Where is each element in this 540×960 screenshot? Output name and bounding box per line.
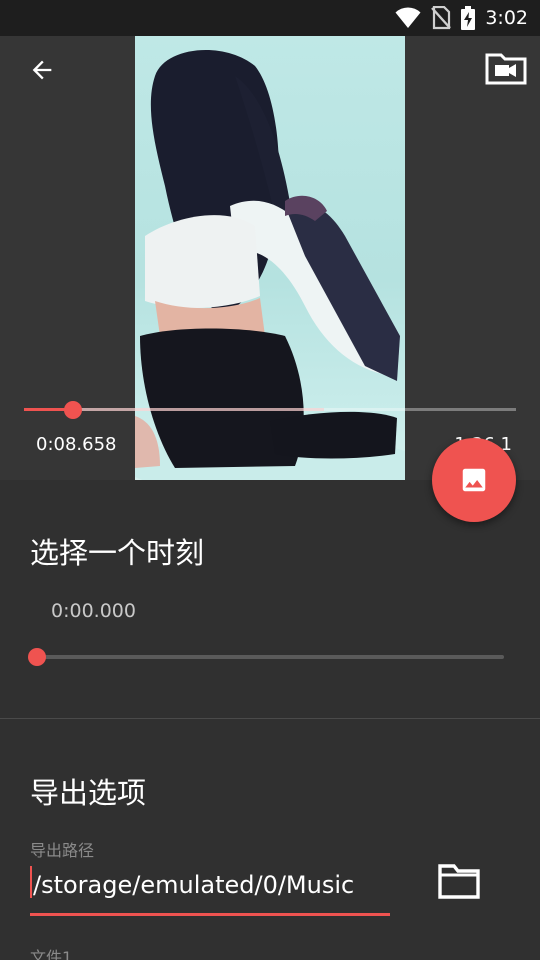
wifi-icon bbox=[395, 7, 421, 29]
arrow-back-icon bbox=[32, 60, 52, 80]
export-path-label: 导出路径 bbox=[30, 841, 95, 860]
video-still-image bbox=[135, 49, 405, 480]
text-cursor bbox=[30, 866, 32, 898]
export-section-title: 导出选项 bbox=[30, 776, 147, 810]
folder-icon bbox=[438, 864, 480, 899]
capture-image-button[interactable] bbox=[432, 438, 516, 522]
file-label: 文件1 bbox=[30, 948, 73, 960]
export-path-field[interactable] bbox=[30, 862, 390, 916]
moment-section-title: 选择一个时刻 bbox=[30, 536, 205, 570]
export-path-input[interactable] bbox=[33, 862, 390, 908]
back-button[interactable] bbox=[22, 50, 62, 90]
divider bbox=[0, 718, 540, 719]
video-folder-icon bbox=[485, 53, 527, 85]
export-path-underline bbox=[30, 913, 390, 916]
video-frame[interactable] bbox=[135, 36, 405, 480]
moment-value: 0:00.000 bbox=[51, 600, 136, 622]
status-bar: 3:02 bbox=[0, 0, 540, 36]
moment-slider-track[interactable] bbox=[36, 655, 504, 659]
image-icon bbox=[462, 468, 486, 492]
status-time: 3:02 bbox=[485, 7, 528, 29]
no-sim-icon bbox=[431, 6, 452, 30]
choose-folder-button[interactable] bbox=[432, 856, 486, 906]
moment-slider-thumb[interactable] bbox=[28, 648, 46, 666]
current-time: 0:08.658 bbox=[36, 434, 117, 455]
battery-charging-icon bbox=[461, 6, 476, 30]
video-folder-button[interactable] bbox=[484, 48, 528, 88]
video-player[interactable]: 0:08.658 1:26.1 bbox=[0, 36, 540, 480]
seek-thumb[interactable] bbox=[64, 401, 82, 419]
screen: 3:02 0:08.658 选择一个时刻 0:00.000 导出选项 导出路径 … bbox=[0, 0, 540, 960]
